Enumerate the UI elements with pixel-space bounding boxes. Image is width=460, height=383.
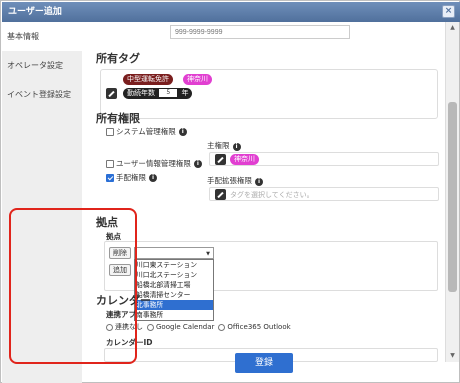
edit-tags-icon[interactable]	[106, 88, 117, 99]
perm-system-admin[interactable]: システム管理権限 i	[106, 126, 187, 137]
kyoten-select[interactable]: ▼	[134, 247, 214, 259]
owned-tags-box: 中型運転免許 神奈川 勤続年数 5 年	[100, 69, 438, 119]
main-perm-tag: 神奈川	[230, 154, 259, 165]
user-admin-checkbox[interactable]	[106, 159, 114, 168]
sub-perm-label: 手配拡張権限 i	[207, 175, 263, 186]
years-unit: 年	[181, 89, 189, 97]
scrollbar[interactable]: ▲ ▼	[445, 22, 459, 362]
owned-tags-title: 所有タグ	[96, 52, 140, 65]
radio-outlook[interactable]	[218, 323, 226, 331]
years-value[interactable]: 5	[159, 89, 178, 97]
system-admin-checkbox[interactable]	[106, 127, 114, 136]
user-add-dialog: ユーザー追加 × 基本情報 オペレータ設定 イベント登録設定 所有タグ 中型運転…	[0, 0, 460, 383]
sidebar-item-operator-settings[interactable]: オペレータ設定	[2, 51, 82, 80]
sub-perm-placeholder: タグを選択してください。	[230, 191, 314, 199]
scroll-thumb[interactable]	[448, 102, 457, 292]
edit-sub-perm-icon[interactable]	[215, 189, 226, 200]
radio-outlook-label: Office365 Outlook	[227, 323, 291, 331]
phone-input[interactable]	[170, 25, 350, 39]
main-perm-field[interactable]: 神奈川	[209, 152, 439, 166]
years-label: 勤続年数	[127, 89, 155, 97]
tag-license: 中型運転免許	[123, 74, 173, 85]
highlight-annotation	[9, 208, 137, 364]
main-perm-label: 主権限 i	[207, 140, 241, 151]
dropdown-option[interactable]: 船橋北部清掃工場	[135, 280, 213, 290]
permissions-title: 所有権限	[96, 112, 140, 125]
tag-kanagawa: 神奈川	[183, 74, 212, 85]
dropdown-option[interactable]: 川口東ステーション	[135, 260, 213, 270]
info-icon: i	[149, 173, 157, 182]
kyoten-dropdown: 川口東ステーション 川口北ステーション 船橋北部清掃工場 船橋清掃センター 北事…	[134, 259, 214, 321]
sidebar-item-basic-info[interactable]: 基本情報	[2, 22, 82, 51]
system-admin-label: システム管理権限	[116, 127, 176, 136]
scroll-down-icon[interactable]: ▼	[448, 352, 457, 360]
radio-google[interactable]	[147, 323, 154, 331]
radio-google-label: Google Calendar	[156, 323, 215, 331]
info-icon: i	[255, 178, 263, 186]
dropdown-option[interactable]: 川口北ステーション	[135, 270, 213, 280]
dispatch-checkbox[interactable]	[106, 173, 114, 182]
dialog-titlebar: ユーザー追加 ×	[2, 2, 460, 22]
edit-main-perm-icon[interactable]	[215, 154, 226, 165]
perm-user-admin[interactable]: ユーザー情報管理権限 i	[106, 158, 202, 169]
sidebar-item-event-settings[interactable]: イベント登録設定	[2, 80, 82, 109]
sub-perm-field[interactable]: タグを選択してください。	[209, 187, 439, 201]
chevron-down-icon: ▼	[206, 251, 210, 257]
tag-years: 勤続年数 5 年	[123, 88, 193, 99]
user-admin-label: ユーザー情報管理権限	[116, 159, 191, 168]
info-icon: i	[178, 127, 187, 136]
register-button[interactable]: 登録	[235, 353, 293, 373]
scroll-up-icon[interactable]: ▲	[448, 24, 457, 32]
info-icon: i	[232, 143, 241, 151]
dialog-title: ユーザー追加	[8, 7, 62, 17]
perm-dispatch[interactable]: 手配権限 i	[106, 172, 157, 183]
close-button[interactable]: ×	[442, 5, 455, 18]
info-icon: i	[193, 159, 202, 168]
dropdown-option[interactable]: 南事務所	[135, 310, 213, 320]
dispatch-label: 手配権限	[116, 173, 146, 182]
